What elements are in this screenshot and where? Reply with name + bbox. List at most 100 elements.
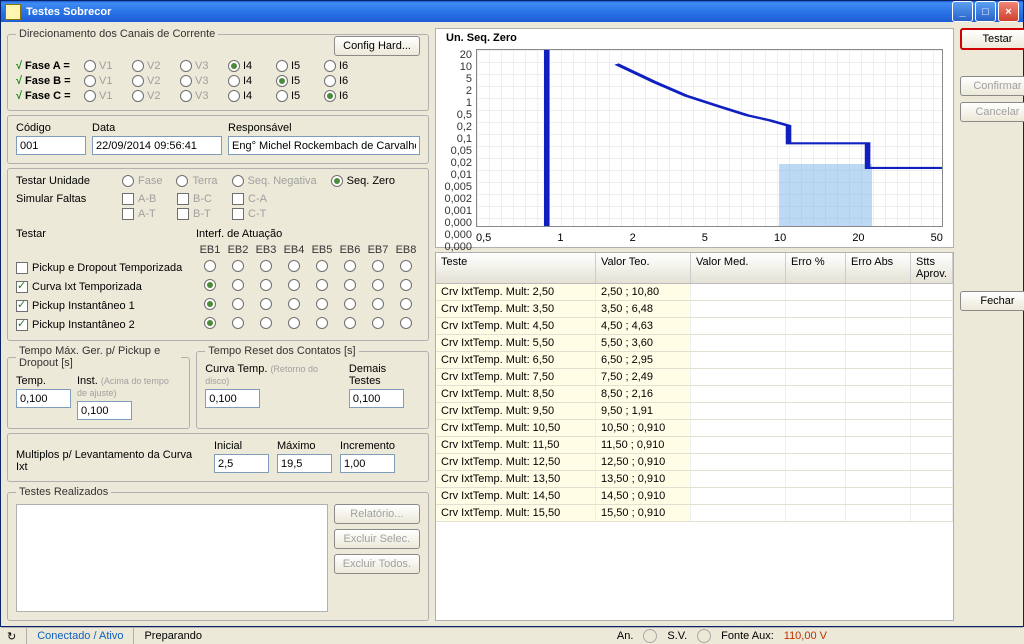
eb-radio[interactable] — [288, 279, 300, 291]
phase-radio[interactable] — [324, 60, 336, 72]
eb-radio[interactable] — [372, 298, 384, 310]
table-row[interactable]: Crv IxtTemp. Mult: 8,508,50 ; 2,16 — [436, 386, 953, 403]
table-row[interactable]: Crv IxtTemp. Mult: 7,507,50 ; 2,49 — [436, 369, 953, 386]
eb-radio[interactable] — [204, 317, 216, 329]
eb-radio[interactable] — [400, 298, 412, 310]
eb-radio[interactable] — [204, 260, 216, 272]
test-row-check[interactable] — [16, 262, 28, 274]
table-row[interactable]: Crv IxtTemp. Mult: 3,503,50 ; 6,48 — [436, 301, 953, 318]
phase-radio[interactable] — [132, 75, 144, 87]
fechar-button[interactable]: Fechar — [960, 291, 1024, 311]
phase-radio[interactable] — [324, 90, 336, 102]
table-header[interactable]: Valor Med. — [691, 253, 786, 283]
eb-radio[interactable] — [260, 298, 272, 310]
eb-radio[interactable] — [288, 260, 300, 272]
table-row[interactable]: Crv IxtTemp. Mult: 12,5012,50 ; 0,910 — [436, 454, 953, 471]
phase-radio[interactable] — [180, 75, 192, 87]
table-row[interactable]: Crv IxtTemp. Mult: 14,5014,50 ; 0,910 — [436, 488, 953, 505]
eb-radio[interactable] — [316, 298, 328, 310]
confirmar-button[interactable]: Confirmar — [960, 76, 1024, 96]
eb-radio[interactable] — [372, 279, 384, 291]
minimize-button[interactable]: _ — [952, 1, 973, 22]
unit-radio[interactable] — [122, 175, 134, 187]
phase-radio[interactable] — [132, 60, 144, 72]
eb-radio[interactable] — [316, 279, 328, 291]
table-row[interactable]: Crv IxtTemp. Mult: 10,5010,50 ; 0,910 — [436, 420, 953, 437]
phase-radio[interactable] — [276, 90, 288, 102]
phase-radio[interactable] — [276, 60, 288, 72]
testar-button[interactable]: Testar — [960, 28, 1024, 50]
table-row[interactable]: Crv IxtTemp. Mult: 2,502,50 ; 10,80 — [436, 284, 953, 301]
table-row[interactable]: Crv IxtTemp. Mult: 9,509,50 ; 1,91 — [436, 403, 953, 420]
test-row-check[interactable] — [16, 281, 28, 293]
phase-radio[interactable] — [84, 90, 96, 102]
table-row[interactable]: Crv IxtTemp. Mult: 13,5013,50 ; 0,910 — [436, 471, 953, 488]
phase-radio[interactable] — [180, 60, 192, 72]
maximo-input[interactable] — [277, 454, 332, 473]
excluir-todos-button[interactable]: Excluir Todos. — [334, 554, 420, 574]
phase-radio[interactable] — [228, 75, 240, 87]
table-row[interactable]: Crv IxtTemp. Mult: 15,5015,50 ; 0,910 — [436, 505, 953, 522]
eb-radio[interactable] — [400, 279, 412, 291]
phase-radio[interactable] — [180, 90, 192, 102]
demais-input[interactable] — [349, 389, 404, 408]
inst-input[interactable] — [77, 401, 132, 420]
phase-radio[interactable] — [324, 75, 336, 87]
eb-radio[interactable] — [288, 317, 300, 329]
eb-radio[interactable] — [232, 279, 244, 291]
unit-radio[interactable] — [232, 175, 244, 187]
eb-radio[interactable] — [232, 260, 244, 272]
table-body[interactable]: Crv IxtTemp. Mult: 2,502,50 ; 10,80Crv I… — [436, 284, 953, 620]
table-header[interactable]: Stts Aprov. — [911, 253, 953, 283]
table-header[interactable]: Erro Abs — [846, 253, 911, 283]
eb-radio[interactable] — [372, 317, 384, 329]
eb-radio[interactable] — [260, 260, 272, 272]
close-button[interactable]: × — [998, 1, 1019, 22]
phase-radio[interactable] — [228, 60, 240, 72]
unit-radio[interactable] — [331, 175, 343, 187]
table-header[interactable]: Teste — [436, 253, 596, 283]
table-row[interactable]: Crv IxtTemp. Mult: 5,505,50 ; 3,60 — [436, 335, 953, 352]
phase-radio[interactable] — [84, 75, 96, 87]
inicial-input[interactable] — [214, 454, 269, 473]
table-row[interactable]: Crv IxtTemp. Mult: 6,506,50 ; 2,95 — [436, 352, 953, 369]
eb-radio[interactable] — [400, 317, 412, 329]
incremento-input[interactable] — [340, 454, 395, 473]
table-row[interactable]: Crv IxtTemp. Mult: 4,504,50 ; 4,63 — [436, 318, 953, 335]
eb-radio[interactable] — [372, 260, 384, 272]
eb-radio[interactable] — [232, 317, 244, 329]
responsavel-input[interactable] — [228, 136, 420, 155]
eb-radio[interactable] — [260, 317, 272, 329]
cancelar-button[interactable]: Cancelar — [960, 102, 1024, 122]
eb-radio[interactable] — [316, 317, 328, 329]
eb-radio[interactable] — [232, 298, 244, 310]
eb-radio[interactable] — [204, 298, 216, 310]
curva-input[interactable] — [205, 389, 260, 408]
eb-radio[interactable] — [288, 298, 300, 310]
data-input[interactable] — [92, 136, 222, 155]
table-row[interactable]: Crv IxtTemp. Mult: 11,5011,50 ; 0,910 — [436, 437, 953, 454]
temp-input[interactable] — [16, 389, 71, 408]
phase-radio[interactable] — [228, 90, 240, 102]
eb-radio[interactable] — [344, 298, 356, 310]
testes-log[interactable] — [16, 504, 328, 612]
phase-radio[interactable] — [132, 90, 144, 102]
test-row-check[interactable] — [16, 319, 28, 331]
excluir-selec-button[interactable]: Excluir Selec. — [334, 529, 420, 549]
eb-radio[interactable] — [316, 260, 328, 272]
unit-radio[interactable] — [176, 175, 188, 187]
test-row-check[interactable] — [16, 300, 28, 312]
relatorio-button[interactable]: Relatório... — [334, 504, 420, 524]
eb-radio[interactable] — [260, 279, 272, 291]
phase-radio[interactable] — [84, 60, 96, 72]
table-header[interactable]: Erro % — [786, 253, 846, 283]
eb-radio[interactable] — [204, 279, 216, 291]
config-hard-button[interactable]: Config Hard... — [334, 36, 420, 56]
eb-radio[interactable] — [400, 260, 412, 272]
eb-radio[interactable] — [344, 317, 356, 329]
eb-radio[interactable] — [344, 260, 356, 272]
eb-radio[interactable] — [344, 279, 356, 291]
codigo-input[interactable] — [16, 136, 86, 155]
phase-radio[interactable] — [276, 75, 288, 87]
refresh-icon[interactable]: ↻ — [7, 630, 16, 643]
